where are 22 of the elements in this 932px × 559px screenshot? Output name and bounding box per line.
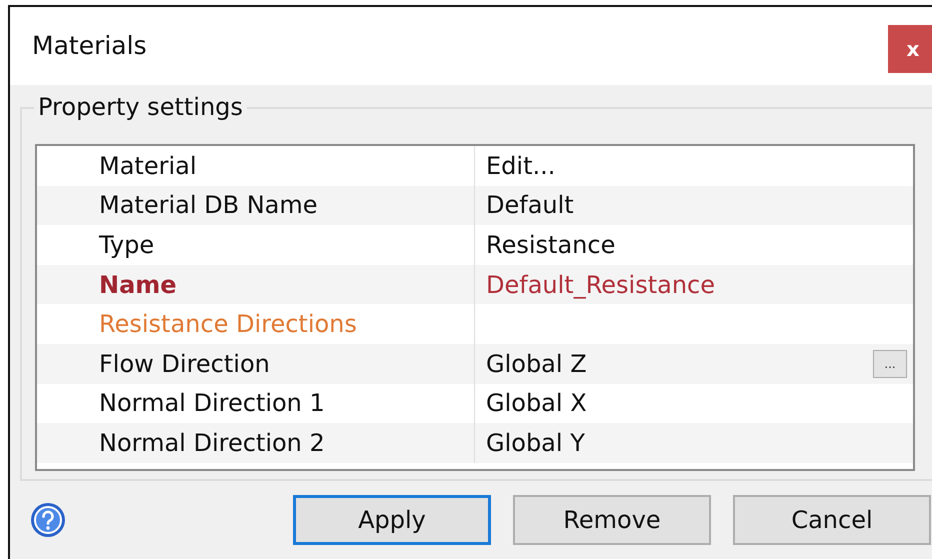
ellipsis-button[interactable]: ... (873, 350, 907, 378)
property-value: Default_Resistance (486, 270, 716, 299)
window-title: Materials (32, 31, 147, 60)
property-label: Normal Direction 1 (99, 389, 325, 418)
property-label: Type (99, 230, 154, 259)
property-value: Global X (486, 389, 587, 418)
property-label: Flow Direction (99, 350, 270, 378)
close-button[interactable]: x (888, 25, 932, 73)
property-value: Edit... (486, 152, 556, 180)
property-label: Material (99, 152, 196, 180)
property-value: Resistance (486, 230, 616, 259)
property-label: Resistance Directions (99, 310, 357, 338)
property-value: Default (486, 191, 574, 220)
help-icon[interactable] (30, 502, 66, 538)
property-value: Global Y (486, 428, 585, 457)
property-label: Material DB Name (99, 191, 318, 220)
property-label: Normal Direction 2 (99, 428, 325, 457)
property-value: Global Z (486, 350, 587, 378)
property-label: Name (99, 270, 177, 299)
dialog-button[interactable]: Remove (513, 495, 711, 545)
dialog-button[interactable]: Cancel (733, 495, 931, 545)
dialog-button[interactable]: Apply (293, 495, 491, 545)
